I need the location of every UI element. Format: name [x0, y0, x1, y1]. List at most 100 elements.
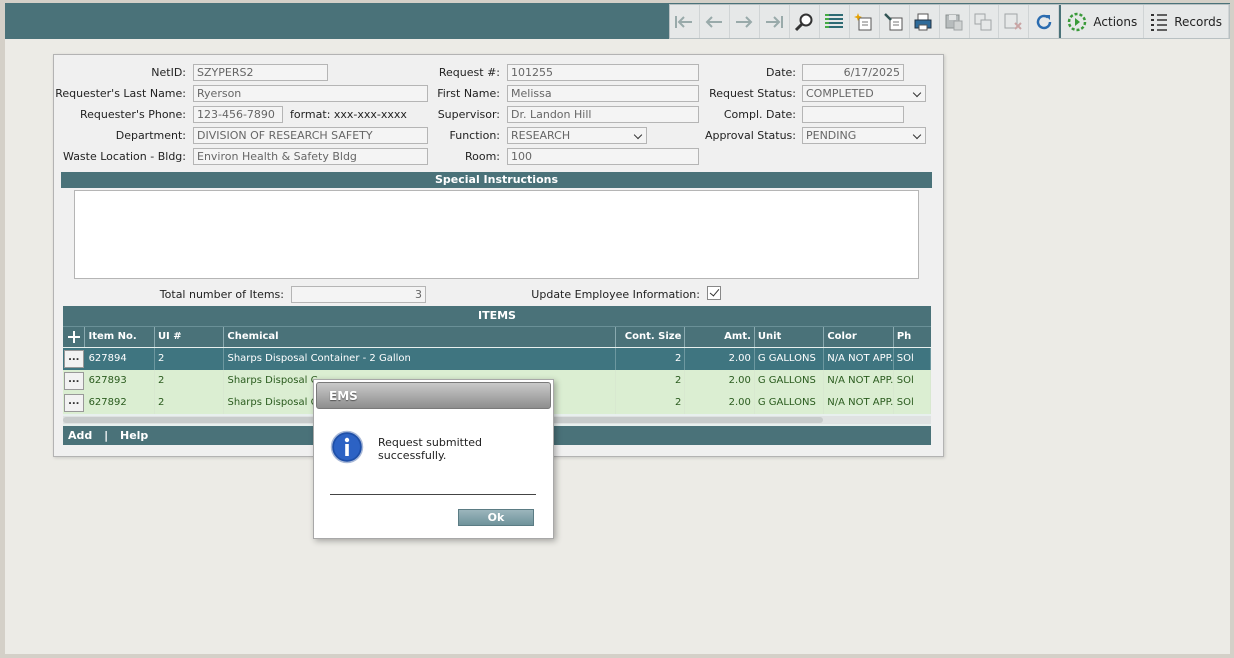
function-label: Function: — [449, 129, 501, 142]
col-amt[interactable]: Amt. — [685, 327, 755, 347]
col-unit[interactable]: Unit — [755, 327, 825, 347]
request-number-field[interactable]: 101255 — [507, 64, 699, 81]
total-items-field[interactable]: 3 — [291, 286, 426, 303]
first-record-icon[interactable] — [670, 5, 700, 38]
phone-field[interactable]: 123-456-7890 — [193, 106, 283, 123]
special-instructions-header: Special Instructions — [61, 172, 932, 188]
dialog-message: Request submitted successfully. — [378, 436, 483, 462]
waste-location-label: Waste Location - Bldg: — [63, 150, 186, 163]
department-label: Department: — [115, 129, 186, 142]
first-name-label: First Name: — [437, 87, 500, 100]
last-record-icon[interactable] — [760, 5, 790, 38]
toolbar: Actions Records — [669, 4, 1230, 39]
cell-chemical: Sharps Disposal Container - 2 Gallon — [224, 348, 616, 370]
cell-item-no: 627893 — [86, 370, 156, 392]
waste-location-field[interactable]: Environ Health & Safety Bldg — [193, 148, 428, 165]
phone-format-hint: format: xxx-xxx-xxxx — [290, 108, 407, 121]
plus-icon — [67, 331, 80, 343]
cell-cont-size: 2 — [616, 370, 686, 392]
list-view-icon[interactable] — [820, 5, 850, 38]
netid-field[interactable]: SZYPERS2 — [193, 64, 328, 81]
cell-ui-number: 2 — [155, 370, 225, 392]
col-item-no[interactable]: Item No. — [85, 327, 155, 347]
cell-color: N/A NOT APP... — [824, 370, 894, 392]
copy-icon[interactable] — [970, 5, 1000, 38]
refresh-icon[interactable] — [1029, 5, 1060, 38]
cell-color: N/A NOT APP... — [824, 392, 894, 414]
cell-cont-size: 2 — [616, 348, 686, 370]
function-select[interactable]: RESEARCH — [507, 127, 647, 144]
cell-item-no: 627894 — [86, 348, 156, 370]
table-row[interactable]: ... 627894 2 Sharps Disposal Container -… — [63, 348, 931, 370]
date-field[interactable]: 6/17/2025 — [802, 64, 904, 81]
actions-button[interactable]: Actions — [1061, 5, 1145, 38]
items-title: ITEMS — [63, 306, 931, 326]
supervisor-field[interactable]: Dr. Landon Hill — [507, 106, 699, 123]
new-record-icon[interactable] — [850, 5, 880, 38]
cell-item-no: 627892 — [86, 392, 156, 414]
cell-unit: G GALLONS — [755, 348, 825, 370]
update-employee-label: Update Employee Information: — [531, 288, 700, 301]
request-number-label: Request #: — [438, 66, 500, 79]
col-ui-number[interactable]: UI # — [155, 327, 225, 347]
delete-icon[interactable] — [999, 5, 1030, 38]
actions-label: Actions — [1093, 14, 1138, 29]
phone-label: Requester's Phone: — [79, 108, 186, 121]
save-icon[interactable] — [940, 5, 970, 38]
cell-amt: 2.00 — [685, 348, 755, 370]
col-color[interactable]: Color — [824, 327, 894, 347]
row-details-button[interactable]: ... — [64, 394, 84, 412]
records-label: Records — [1174, 14, 1222, 29]
cell-cont-size: 2 — [616, 392, 686, 414]
compl-date-field[interactable] — [802, 106, 904, 123]
cell-unit: G GALLONS — [755, 392, 825, 414]
ok-button[interactable]: Ok — [458, 509, 534, 526]
cell-amt: 2.00 — [685, 370, 755, 392]
cell-ui-number: 2 — [155, 392, 225, 414]
last-name-field[interactable]: Ryerson — [193, 85, 428, 102]
footer-separator: | — [104, 429, 109, 442]
row-details-button[interactable]: ... — [64, 350, 84, 368]
last-name-label: Requester's Last Name: — [55, 87, 186, 100]
date-label: Date: — [766, 66, 796, 79]
cell-color: N/A NOT APP... — [824, 348, 894, 370]
netid-label: NetID: — [151, 66, 186, 79]
update-employee-checkbox[interactable] — [707, 286, 721, 300]
supervisor-label: Supervisor: — [437, 108, 500, 121]
ems-dialog: EMS Request submitted successfully. Ok — [313, 379, 554, 539]
total-items-label: Total number of Items: — [159, 288, 284, 301]
top-bar: Actions Records — [5, 3, 1230, 39]
records-list-icon — [1151, 13, 1168, 31]
cell-ph: SOl — [894, 370, 931, 392]
col-cont-size[interactable]: Cont. Size — [616, 327, 686, 347]
compl-date-label: Compl. Date: — [723, 108, 796, 121]
help-link[interactable]: Help — [120, 429, 148, 442]
request-status-label: Request Status: — [709, 87, 796, 100]
app-viewport: Actions Records NetID: SZYPERS2 Request … — [5, 3, 1230, 654]
cell-unit: G GALLONS — [755, 370, 825, 392]
cell-ui-number: 2 — [155, 348, 225, 370]
add-row-button[interactable] — [63, 327, 86, 347]
next-record-icon[interactable] — [730, 5, 760, 38]
col-ph[interactable]: Ph — [894, 327, 931, 347]
previous-record-icon[interactable] — [700, 5, 730, 38]
search-icon[interactable] — [790, 5, 820, 38]
department-field[interactable]: DIVISION OF RESEARCH SAFETY — [193, 127, 428, 144]
cell-ph: SOl — [894, 348, 931, 370]
first-name-field[interactable]: Melissa — [507, 85, 699, 102]
print-icon[interactable] — [910, 5, 940, 38]
cell-amt: 2.00 — [685, 392, 755, 414]
row-details-button[interactable]: ... — [64, 372, 84, 390]
col-chemical[interactable]: Chemical — [224, 327, 616, 347]
items-header-row: Item No. UI # Chemical Cont. Size Amt. U… — [63, 326, 931, 347]
approval-status-select[interactable]: PENDING — [802, 127, 926, 144]
request-status-select[interactable]: COMPLETED — [802, 85, 926, 102]
room-label: Room: — [464, 150, 500, 163]
cell-ph: SOl — [894, 392, 931, 414]
room-field[interactable]: 100 — [507, 148, 699, 165]
special-instructions-textarea[interactable] — [74, 190, 919, 279]
edit-record-icon[interactable] — [880, 5, 910, 38]
approval-status-label: Approval Status: — [704, 129, 796, 142]
records-button[interactable]: Records — [1144, 5, 1229, 38]
add-item-link[interactable]: Add — [68, 429, 92, 442]
